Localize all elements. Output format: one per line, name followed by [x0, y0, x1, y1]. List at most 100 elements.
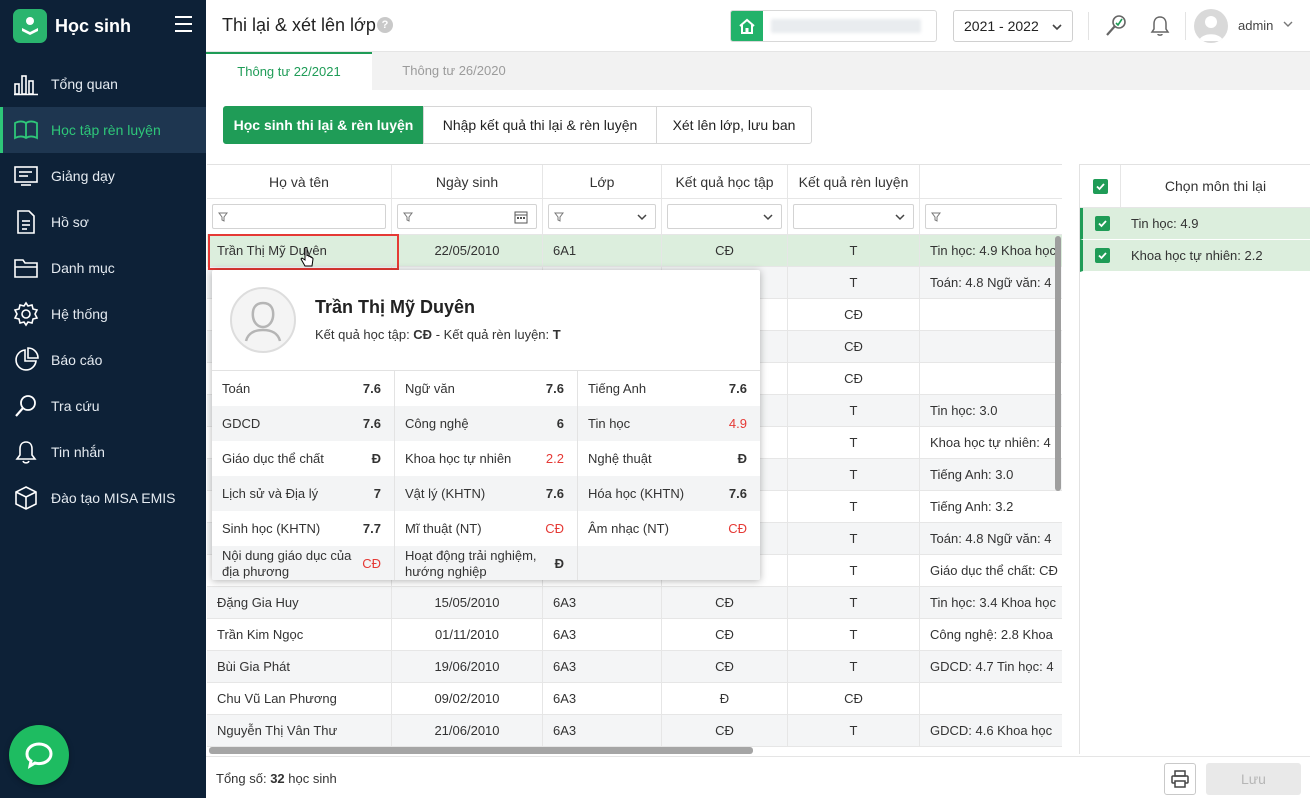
hamburger-menu-icon[interactable]	[175, 16, 192, 32]
help-icon[interactable]: ?	[377, 17, 393, 33]
table-row[interactable]: Trần Kim Ngọc 01/11/2010 6A3 CĐ T Công nghệ: …	[207, 619, 1062, 651]
cell-conduct: T	[788, 715, 920, 747]
calendar-icon	[514, 211, 528, 224]
popup-grades-table: Toán 7.6 Ngữ văn 7.6 Tiếng Anh 7.6 GDCD 7.6 Công…	[212, 370, 760, 580]
school-selector[interactable]	[730, 10, 937, 42]
filter-conduct-select[interactable]	[793, 204, 914, 229]
sidebar-item-8[interactable]: Tin nhắn	[0, 429, 206, 475]
cell-name[interactable]: Chu Vũ Lan Phương	[207, 683, 392, 715]
table-row[interactable]: Trần Thị Mỹ Duyên 22/05/2010 6A1 CĐ T Tin học…	[207, 235, 1062, 267]
sidebar-item-5[interactable]: Hệ thống	[0, 291, 206, 337]
school-year-value: 2021 - 2022	[964, 18, 1039, 34]
filter-dob-input[interactable]	[397, 204, 537, 229]
cell-subjects: Tin học: 3.0	[920, 395, 1062, 427]
chevron-down-icon	[637, 214, 647, 221]
cell-subjects	[920, 683, 1062, 715]
filter-subjects-input[interactable]	[925, 204, 1057, 229]
grade-row: GDCD 7.6 Công nghệ 6 Tin học 4.9	[212, 406, 760, 441]
segment-enter-retest-results[interactable]: Nhập kết quả thi lại & rèn luyện	[423, 106, 657, 144]
tab-thong-tu-22[interactable]: Thông tư 22/2021	[206, 52, 372, 90]
cell-name[interactable]: Đặng Gia Huy	[207, 587, 392, 619]
grade-cell: Hoạt động trải nghiệm, hướng nghiệp Đ	[395, 546, 578, 580]
student-logo-icon[interactable]	[13, 9, 47, 43]
cell-conduct: CĐ	[788, 363, 920, 395]
grade-score: 7	[373, 486, 381, 501]
grade-subject: Tin học	[588, 416, 631, 431]
sidebar-item-6[interactable]: Báo cáo	[0, 337, 206, 383]
cell-result: CĐ	[662, 715, 788, 747]
chat-support-button[interactable]	[9, 725, 69, 785]
student-avatar	[230, 287, 296, 353]
sidebar-header: Học sinh	[0, 0, 206, 52]
bar-chart-icon	[12, 70, 40, 98]
col-header-name[interactable]: Họ và tên	[207, 165, 392, 199]
cell-name[interactable]: Bùi Gia Phát	[207, 651, 392, 683]
col-header-subjects[interactable]	[920, 165, 1062, 199]
grade-cell: Mĩ thuật (NT) CĐ	[395, 511, 578, 546]
cell-name[interactable]: Trần Kim Ngọc	[207, 619, 392, 651]
printer-icon	[1171, 770, 1189, 788]
table-row[interactable]: Nguyễn Thị Vân Thư 21/06/2010 6A3 CĐ T GDCD: …	[207, 715, 1062, 747]
user-avatar[interactable]	[1194, 9, 1228, 43]
cell-class: 6A3	[543, 715, 662, 747]
retest-subject-item[interactable]: Tin học: 4.9	[1080, 208, 1310, 240]
table-row[interactable]: Đặng Gia Huy 15/05/2010 6A3 CĐ T Tin học: 3.4…	[207, 587, 1062, 619]
sidebar-item-3[interactable]: Hồ sơ	[0, 199, 206, 245]
sidebar-item-7[interactable]: Tra cứu	[0, 383, 206, 429]
sidebar-item-1[interactable]: Học tập rèn luyện	[0, 107, 206, 153]
tab-thong-tu-26[interactable]: Thông tư 26/2020	[372, 52, 536, 90]
retest-subject-item[interactable]: Khoa học tự nhiên: 2.2	[1080, 240, 1310, 272]
col-header-class[interactable]: Lớp	[543, 165, 662, 199]
grade-subject: Hóa học (KHTN)	[588, 486, 685, 501]
filter-cell	[207, 199, 392, 235]
filter-cell	[788, 199, 920, 235]
checkbox-cell	[1083, 240, 1121, 272]
sidebar-item-2[interactable]: Giảng dạy	[0, 153, 206, 199]
segment-students-retest[interactable]: Học sinh thi lại & rèn luyện	[223, 106, 424, 144]
grid-header: Họ và tên Ngày sinh Lớp Kết quả học tập …	[207, 165, 1062, 199]
bell-icon[interactable]	[1146, 12, 1174, 40]
cell-class: 6A3	[543, 651, 662, 683]
cell-conduct: T	[788, 491, 920, 523]
table-row[interactable]: Bùi Gia Phát 19/06/2010 6A3 CĐ T GDCD: 4.7 Ti…	[207, 651, 1062, 683]
sidebar-item-label: Giảng dạy	[51, 168, 115, 184]
sidebar-item-0[interactable]: Tổng quan	[0, 61, 206, 107]
total-label: Tổng số:	[216, 771, 271, 786]
filter-class-select[interactable]	[548, 204, 656, 229]
cell-name[interactable]: Nguyễn Thị Vân Thư	[207, 715, 392, 747]
col-header-conduct[interactable]: Kết quả rèn luyện	[788, 165, 920, 199]
filter-name-input[interactable]	[212, 204, 386, 229]
user-name[interactable]: admin	[1238, 18, 1273, 33]
sidebar-item-4[interactable]: Danh mục	[0, 245, 206, 291]
segment-promotion[interactable]: Xét lên lớp, lưu ban	[656, 106, 812, 144]
chat-icon	[25, 742, 53, 770]
col-header-result[interactable]: Kết quả học tập	[662, 165, 788, 199]
filter-result-select[interactable]	[667, 204, 782, 229]
grade-subject: Sinh học (KHTN)	[222, 521, 321, 536]
chevron-down-icon	[1052, 24, 1062, 31]
magic-wand-icon[interactable]	[1102, 12, 1130, 40]
retest-subject-checkbox[interactable]	[1094, 216, 1110, 231]
sidebar-item-label: Đào tạo MISA EMIS	[51, 490, 176, 506]
grade-subject: Lịch sử và Địa lý	[222, 486, 319, 501]
cell-conduct: CĐ	[788, 331, 920, 363]
grade-subject: Công nghệ	[405, 416, 469, 431]
school-year-select[interactable]: 2021 - 2022	[953, 10, 1073, 42]
cell-result: CĐ	[662, 619, 788, 651]
table-row[interactable]: Chu Vũ Lan Phương 09/02/2010 6A3 Đ CĐ	[207, 683, 1062, 715]
filter-cell	[662, 199, 788, 235]
col-header-dob[interactable]: Ngày sinh	[392, 165, 543, 199]
save-button[interactable]: Lưu	[1206, 763, 1301, 795]
sidebar: Học sinh Tổng quan Học tập rèn luyện Giảng…	[0, 0, 206, 798]
filter-cell	[392, 199, 543, 235]
grade-score: 7.6	[362, 416, 381, 431]
print-button[interactable]	[1164, 763, 1196, 795]
vertical-scrollbar[interactable]	[1055, 236, 1061, 491]
conduct-value: T	[552, 327, 561, 342]
sidebar-item-9[interactable]: Đào tạo MISA EMIS	[0, 475, 206, 521]
retest-subject-checkbox[interactable]	[1094, 248, 1110, 263]
grade-subject: Ngữ văn	[405, 381, 455, 396]
check-icon	[1097, 252, 1107, 260]
select-all-checkbox[interactable]	[1092, 178, 1108, 194]
horizontal-scrollbar[interactable]	[209, 747, 753, 754]
